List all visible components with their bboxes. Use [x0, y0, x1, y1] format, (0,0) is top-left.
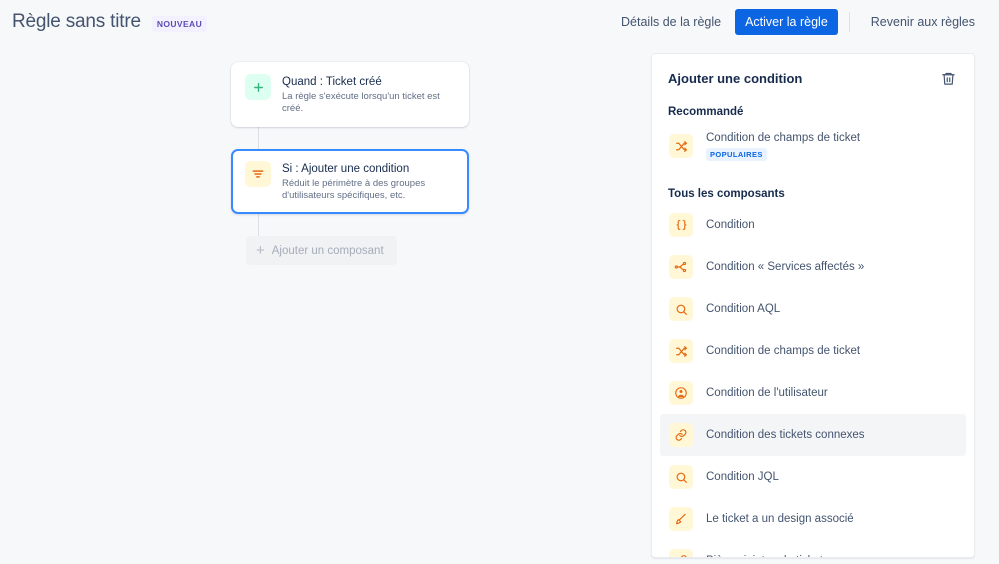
list-item-label: Condition: [706, 219, 755, 231]
list-item-label: Condition de champs de ticket: [706, 132, 861, 144]
flow-node-subtitle: La règle s'exécute lorsqu'un ticket est …: [282, 91, 440, 114]
list-item-condition[interactable]: Condition: [660, 204, 966, 246]
list-item-related-tickets-condition[interactable]: Condition des tickets connexes: [660, 414, 966, 456]
plus-icon: +: [256, 242, 265, 259]
list-item-label: Condition AQL: [706, 303, 781, 315]
shuffle-icon: [669, 134, 693, 158]
user-circle-icon: [669, 381, 693, 405]
all-components-heading: Tous les composants: [668, 188, 785, 200]
filter-icon: [245, 161, 271, 187]
branch-nodes-icon: [669, 255, 693, 279]
list-item-user-condition[interactable]: Condition de l'utilisateur: [660, 372, 966, 414]
flow-node-title: Si : Ajouter une condition: [282, 163, 410, 175]
flow-connector: [258, 214, 259, 236]
back-to-rules-button[interactable]: Revenir aux règles: [861, 9, 985, 35]
components-list: Condition Condition « Services affectés …: [652, 204, 974, 557]
shuffle-icon: [669, 339, 693, 363]
add-component-label: Ajouter un composant: [271, 244, 384, 257]
rule-title-text[interactable]: Règle sans titre: [12, 11, 141, 33]
plus-icon: [245, 74, 271, 100]
search-icon: [669, 297, 693, 321]
list-item-label: Condition « Services affectés »: [706, 261, 865, 273]
list-item-label: Condition de champs de ticket: [706, 345, 861, 357]
list-item-ticket-has-design[interactable]: Le ticket a un design associé: [660, 498, 966, 540]
pen-icon: [669, 507, 693, 531]
list-item-ticket-attachments[interactable]: Pièces jointes du ticket: [660, 540, 966, 557]
flow-node-title: Quand : Ticket créé: [282, 76, 382, 88]
recommended-list: Condition de champs de ticket POPULAIRES: [652, 122, 974, 170]
add-condition-panel: Ajouter une condition Recommandé Conditi…: [651, 53, 975, 558]
list-item-label: Condition JQL: [706, 471, 779, 483]
list-item-aql-condition[interactable]: Condition AQL: [660, 288, 966, 330]
add-component-button[interactable]: + Ajouter un composant: [246, 236, 397, 265]
status-badge-new: NOUVEAU: [151, 16, 208, 32]
search-icon: [669, 465, 693, 489]
flow-node-subtitle: Réduit le périmètre à des groupes d'util…: [282, 178, 426, 201]
paperclip-icon: [669, 549, 693, 557]
top-bar-actions: Détails de la règle Activer la règle Rev…: [611, 9, 999, 35]
rule-flow: Quand : Ticket créé La règle s'exécute l…: [231, 62, 471, 265]
flow-node-condition[interactable]: Si : Ajouter une condition Réduit le pér…: [231, 149, 469, 214]
activate-rule-button[interactable]: Activer la règle: [735, 9, 838, 35]
delete-component-button[interactable]: [939, 69, 958, 88]
list-item-label: Le ticket a un design associé: [706, 513, 854, 525]
list-item-label: Pièces jointes du ticket: [706, 554, 823, 557]
link-icon: [669, 423, 693, 447]
list-item-label: Condition des tickets connexes: [706, 429, 865, 441]
divider: [848, 12, 850, 32]
flow-node-trigger[interactable]: Quand : Ticket créé La règle s'exécute l…: [231, 62, 469, 127]
list-item-jql-condition[interactable]: Condition JQL: [660, 456, 966, 498]
panel-header: Ajouter une condition: [652, 54, 974, 88]
recommended-heading: Recommandé: [668, 106, 744, 118]
flow-connector: [258, 127, 259, 149]
list-item-affected-services[interactable]: Condition « Services affectés »: [660, 246, 966, 288]
braces-icon: [669, 213, 693, 237]
list-item-ticket-fields-condition[interactable]: Condition de champs de ticket: [660, 330, 966, 372]
top-bar: Règle sans titre NOUVEAU Détails de la r…: [0, 0, 999, 44]
page-title: Règle sans titre NOUVEAU: [0, 11, 208, 33]
list-item-label: Condition de l'utilisateur: [706, 387, 828, 399]
rule-details-button[interactable]: Détails de la règle: [611, 9, 731, 35]
popular-badge: POPULAIRES: [706, 148, 767, 161]
rule-canvas: Quand : Ticket créé La règle s'exécute l…: [0, 44, 651, 564]
list-item-recommended[interactable]: Condition de champs de ticket POPULAIRES: [660, 122, 966, 170]
panel-title: Ajouter une condition: [668, 71, 803, 86]
trash-icon: [941, 71, 956, 86]
